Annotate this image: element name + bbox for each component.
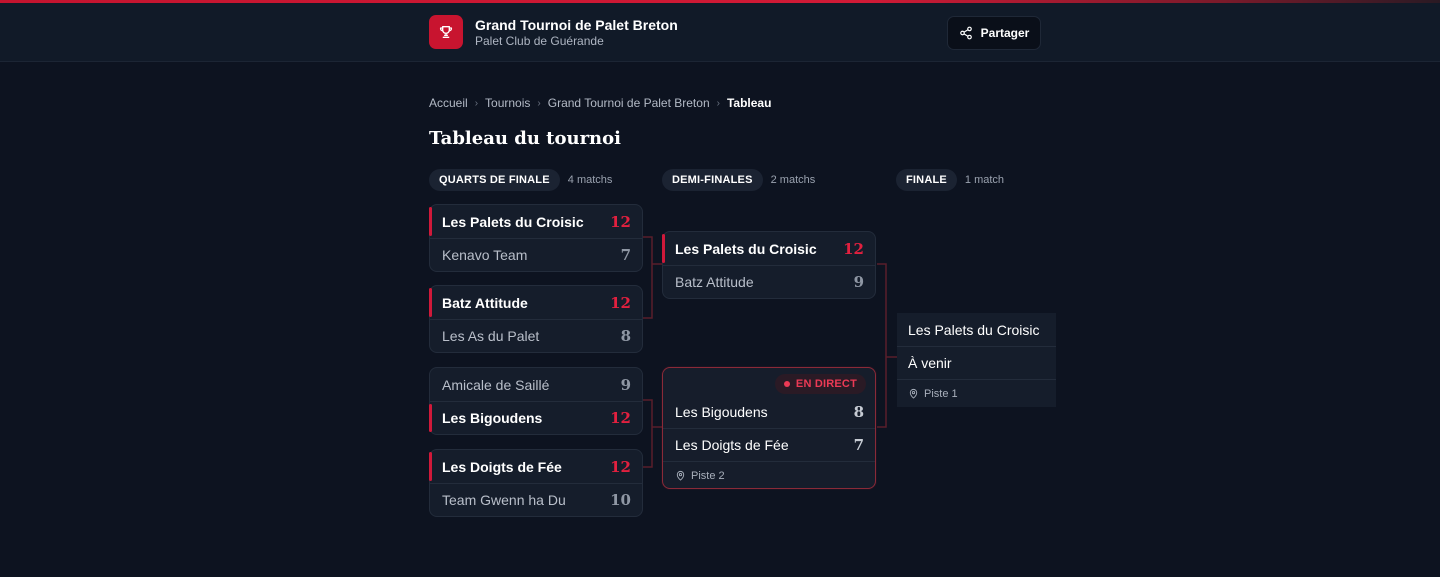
round-count: 4 matchs xyxy=(567,174,613,186)
team-name: Les Palets du Croisic xyxy=(675,240,817,257)
app-header: Grand Tournoi de Palet Breton Palet Club… xyxy=(0,3,1440,62)
round-count: 1 match xyxy=(964,174,1005,186)
team-score: 8 xyxy=(853,402,864,421)
match-venue: Piste 1 xyxy=(897,379,1056,407)
match-card-qf1[interactable]: Les Palets du Croisic 12 Kenavo Team 7 xyxy=(429,204,643,272)
team-name: Kenavo Team xyxy=(442,247,528,263)
team-score: 8 xyxy=(620,327,631,345)
match-card-qf4[interactable]: Les Doigts de Fée 12 Team Gwenn ha Du 10 xyxy=(429,449,643,517)
breadcrumb-current: Tableau xyxy=(726,96,772,110)
match-card-qf3[interactable]: Amicale de Saillé 9 Les Bigoudens 12 xyxy=(429,367,643,435)
team-score: 12 xyxy=(843,239,864,258)
breadcrumb-tournament[interactable]: Grand Tournoi de Palet Breton xyxy=(548,96,710,110)
team-name: Batz Attitude xyxy=(442,294,528,311)
match-card-qf2[interactable]: Batz Attitude 12 Les As du Palet 8 xyxy=(429,285,643,353)
breadcrumb-tournois[interactable]: Tournois xyxy=(485,96,530,110)
round-pill: FINALE xyxy=(896,169,957,191)
team-name: Les Palets du Croisic xyxy=(908,321,1040,338)
team-row: Les Doigts de Fée 12 xyxy=(429,450,642,483)
team-name: Batz Attitude xyxy=(675,274,754,290)
team-name: Les Palets du Croisic xyxy=(442,213,584,230)
match-card-sf2-live[interactable]: EN DIRECT Les Bigoudens 8 Les Doigts de … xyxy=(662,367,876,489)
round-pill: QUARTS DE FINALE xyxy=(429,169,560,191)
live-dot-icon xyxy=(783,381,790,387)
breadcrumb-accueil[interactable]: Accueil xyxy=(429,96,468,110)
team-row: Les Bigoudens 8 xyxy=(663,395,875,428)
round-count: 2 matchs xyxy=(770,174,816,186)
live-badge-label: EN DIRECT xyxy=(795,378,857,390)
app-subtitle: Palet Club de Guérande xyxy=(475,34,604,48)
team-score: 9 xyxy=(853,273,864,291)
team-row: Les Palets du Croisic xyxy=(897,313,1056,346)
team-name: Les Doigts de Fée xyxy=(675,437,789,453)
chevron-right-icon: › xyxy=(474,97,479,109)
tournament-logo xyxy=(429,15,463,49)
team-score: 7 xyxy=(853,436,864,454)
round-header-quarters: QUARTS DE FINALE 4 matchs xyxy=(429,169,612,191)
round-pill: DEMI-FINALES xyxy=(662,169,763,191)
round-header-semis: DEMI-FINALES 2 matchs xyxy=(662,169,815,191)
team-name: Les Bigoudens xyxy=(442,410,543,426)
team-row: Les Palets du Croisic 12 xyxy=(429,205,642,238)
chevron-right-icon: › xyxy=(537,97,541,109)
chevron-right-icon: › xyxy=(716,97,720,109)
team-row: Batz Attitude 9 xyxy=(663,265,875,298)
trophy-icon xyxy=(439,26,453,38)
app-title: Grand Tournoi de Palet Breton xyxy=(475,17,678,33)
team-row: Les As du Palet 8 xyxy=(430,319,642,352)
share-button[interactable]: Partager xyxy=(947,16,1041,50)
team-score: 7 xyxy=(620,246,631,264)
team-score: 9 xyxy=(620,375,631,394)
match-card-final[interactable]: Les Palets du Croisic À venir Piste 1 xyxy=(897,313,1056,407)
team-score: 10 xyxy=(610,491,631,509)
match-venue: Piste 2 xyxy=(663,461,875,489)
match-card-sf1[interactable]: Les Palets du Croisic 12 Batz Attitude 9 xyxy=(662,231,876,299)
venue-label: Piste 2 xyxy=(691,469,725,482)
team-name: Les Bigoudens xyxy=(675,403,768,420)
share-button-label: Partager xyxy=(980,26,1030,40)
venue-label: Piste 1 xyxy=(924,387,958,400)
team-name-tbd: À venir xyxy=(908,355,952,371)
live-badge: EN DIRECT xyxy=(774,374,866,394)
location-pin-icon xyxy=(909,388,918,399)
location-pin-icon xyxy=(676,470,685,481)
team-score: 12 xyxy=(610,457,631,476)
team-row: Les Doigts de Fée 7 xyxy=(663,428,875,461)
team-row: Les Bigoudens 12 xyxy=(429,401,642,434)
page-title: Tableau du tournoi xyxy=(429,128,621,149)
team-name: Les Doigts de Fée xyxy=(442,458,562,475)
team-name: Les As du Palet xyxy=(442,328,540,344)
team-score: 12 xyxy=(610,212,631,231)
team-row: Team Gwenn ha Du 10 xyxy=(430,483,642,516)
team-row: À venir xyxy=(897,346,1056,379)
team-score: 12 xyxy=(610,293,631,312)
round-header-final: FINALE 1 match xyxy=(896,169,1004,191)
share-icon xyxy=(959,26,972,40)
team-row: Kenavo Team 7 xyxy=(430,238,642,271)
team-name: Team Gwenn ha Du xyxy=(442,492,566,508)
breadcrumb: Accueil › Tournois › Grand Tournoi de Pa… xyxy=(429,96,771,110)
team-score: 12 xyxy=(610,409,631,427)
team-row: Les Palets du Croisic 12 xyxy=(662,232,875,265)
team-row: Batz Attitude 12 xyxy=(429,286,642,319)
team-row: Amicale de Saillé 9 xyxy=(430,368,642,401)
team-name: Amicale de Saillé xyxy=(442,376,550,393)
